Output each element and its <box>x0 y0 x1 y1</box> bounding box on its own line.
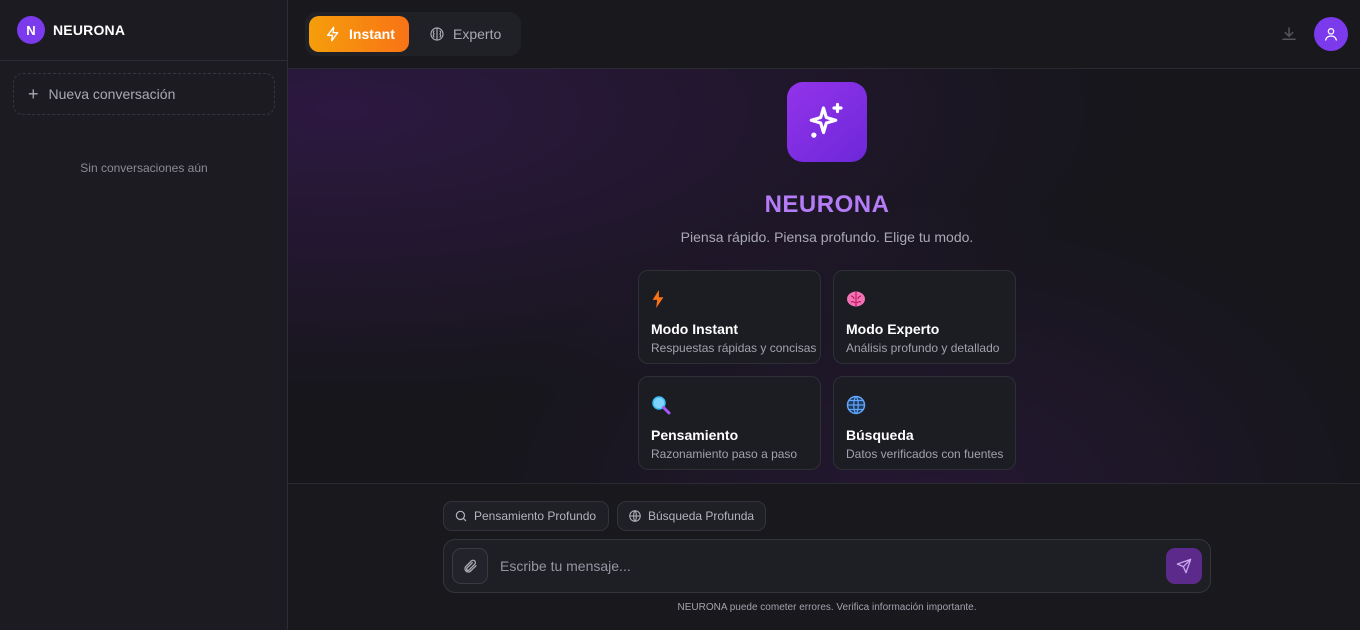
card-title: Modo Instant <box>651 321 739 337</box>
plus-icon: + <box>28 84 39 104</box>
message-input[interactable] <box>500 550 1140 582</box>
globe-icon <box>846 395 866 415</box>
card-modo-experto[interactable]: Modo Experto Análisis profundo y detalla… <box>833 270 1016 364</box>
card-description: Respuestas rápidas y concisas <box>651 341 817 355</box>
card-modo-instant[interactable]: Modo Instant Respuestas rápidas y concis… <box>638 270 821 364</box>
brand-logo-badge: N <box>17 16 45 44</box>
paperclip-icon <box>464 559 477 573</box>
chip-label: Pensamiento Profundo <box>474 509 597 523</box>
card-title: Modo Experto <box>846 321 940 337</box>
mode-toggle: Instant Experto <box>305 12 521 56</box>
send-icon <box>1176 558 1192 574</box>
chip-label: Búsqueda Profunda <box>648 509 755 523</box>
card-description: Datos verificados con fuentes <box>846 447 1004 461</box>
card-description: Análisis profundo y detallado <box>846 341 1000 355</box>
brain-icon <box>847 291 865 307</box>
top-bar: Instant Experto <box>288 0 1360 69</box>
hero-subtitle: Piensa rápido. Piensa profundo. Elige tu… <box>680 229 974 245</box>
new-conversation-button[interactable]: + Nueva conversación <box>13 73 275 115</box>
mode-experto-label: Experto <box>453 26 502 42</box>
brand-name: NEURONA <box>53 22 126 38</box>
user-icon <box>1325 28 1337 41</box>
card-pensamiento[interactable]: Pensamiento Razonamiento paso a paso <box>638 376 821 470</box>
card-busqueda[interactable]: Búsqueda Datos verificados con fuentes <box>833 376 1016 470</box>
sidebar-brand: N NEURONA <box>0 0 287 61</box>
mode-instant-button[interactable]: Instant <box>309 16 409 52</box>
brain-icon <box>430 27 444 41</box>
pensamiento-profundo-chip[interactable]: Pensamiento Profundo <box>443 501 609 531</box>
sidebar: N NEURONA + Nueva conversación Sin conve… <box>0 0 288 630</box>
busqueda-profunda-chip[interactable]: Búsqueda Profunda <box>617 501 766 531</box>
composer-area: Pensamiento Profundo Búsqueda Profunda N… <box>288 483 1360 630</box>
lightning-icon <box>652 290 664 308</box>
download-icon[interactable] <box>1280 25 1298 43</box>
attach-button[interactable] <box>452 548 488 584</box>
send-button[interactable] <box>1166 548 1202 584</box>
mode-instant-label: Instant <box>349 26 395 42</box>
disclaimer-text: NEURONA puede cometer errores. Verifica … <box>677 602 977 613</box>
sparkles-icon <box>809 102 843 138</box>
welcome-panel: NEURONA Piensa rápido. Piensa profundo. … <box>288 69 1360 483</box>
card-description: Razonamiento paso a paso <box>651 447 798 461</box>
hero-logo <box>787 82 867 162</box>
globe-icon <box>629 510 641 522</box>
card-title: Búsqueda <box>846 427 914 443</box>
magnifier-icon <box>652 396 671 415</box>
message-composer <box>443 539 1211 593</box>
main-area: Instant Experto NEURONA Piensa rápido. P… <box>288 0 1360 630</box>
card-title: Pensamiento <box>651 427 739 443</box>
hero-title: NEURONA <box>764 191 890 218</box>
lightning-icon <box>327 26 339 42</box>
new-conversation-label: Nueva conversación <box>48 86 176 102</box>
empty-conversations-text: Sin conversaciones aún <box>80 161 208 175</box>
search-icon <box>455 510 467 522</box>
mode-experto-button[interactable]: Experto <box>421 16 517 52</box>
user-avatar-button[interactable] <box>1314 17 1348 51</box>
